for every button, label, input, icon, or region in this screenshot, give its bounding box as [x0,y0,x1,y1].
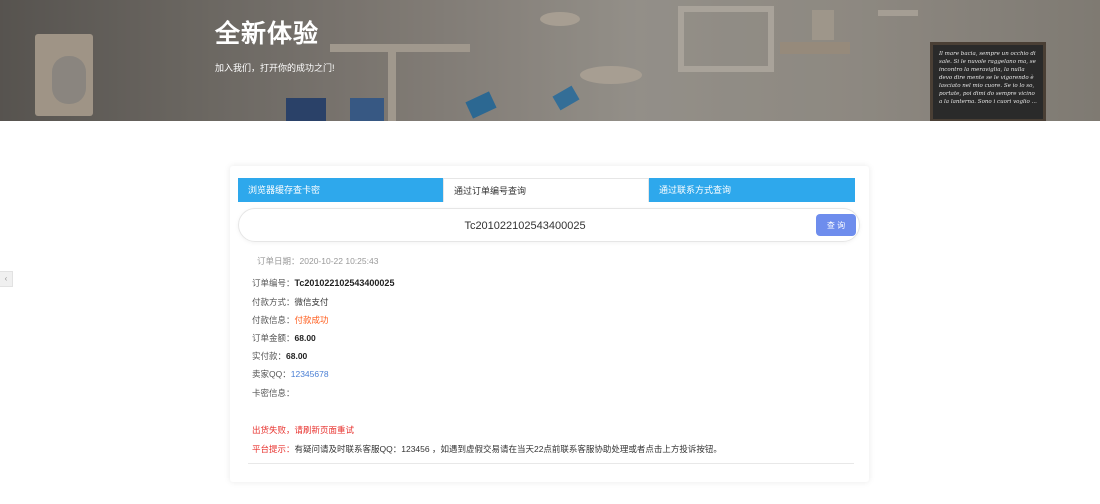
order-number-row: 订单编号：Tc201022102543400025 [252,277,394,289]
order-amount-row: 订单金额：68.00 [252,332,316,344]
delivery-fail-message: 出货失败，请刷新页面重试 [252,425,355,435]
tab-browser-cache[interactable]: 浏览器缓存查卡密 [238,178,443,202]
order-date-label: 订单日期： [257,256,300,266]
order-date: 订单日期：2020-10-22 10:25:43 [257,255,378,267]
card-info-row: 卡密信息： [252,387,295,399]
payment-method-label: 付款方式： [252,297,295,307]
card-divider [248,463,854,464]
banner-subtitle: 加入我们，打开你的成功之门! [215,63,335,73]
platform-notice: 平台提示：有疑问请及时联系客服QQ：123456 ，如遇到虚假交易请在当天22点… [252,443,722,455]
card-info-label: 卡密信息： [252,388,295,398]
order-number-value: Tc201022102543400025 [294,278,395,288]
platform-notice-label: 平台提示： [252,444,295,454]
payment-info-label: 付款信息： [252,315,295,325]
paid-amount-label: 实付款： [252,351,287,361]
order-date-value: 2020-10-22 10:25:43 [299,256,379,266]
tab-order-number[interactable]: 通过订单编号查询 [443,178,649,202]
paid-amount-value: 68.00 [286,351,308,361]
order-amount-value: 68.00 [294,333,316,343]
hero-banner: Il mare bacia, sempre un occhio di sale.… [0,0,1100,121]
seller-qq-link[interactable]: 12345678 [291,369,329,379]
side-collapse-tab[interactable]: ‹ [0,271,13,287]
paid-amount-row: 实付款：68.00 [252,350,307,362]
order-number-label: 订单编号： [252,278,295,288]
payment-method-value: 微信支付 [294,297,329,307]
query-tabs: 浏览器缓存查卡密 通过订单编号查询 通过联系方式查询 [238,178,855,202]
order-query-card: 浏览器缓存查卡密 通过订单编号查询 通过联系方式查询 查 询 订单日期：2020… [230,166,869,482]
banner-title: 全新体验 [215,20,320,48]
seller-qq-row: 卖家QQ：12345678 [252,368,329,380]
payment-status-value: 付款成功 [294,315,329,325]
search-bar: 查 询 [238,208,860,242]
payment-info-row: 付款信息：付款成功 [252,314,329,326]
tab-contact[interactable]: 通过联系方式查询 [649,178,855,202]
order-amount-label: 订单金额： [252,333,295,343]
order-number-input[interactable] [253,215,797,237]
payment-method-row: 付款方式：微信支付 [252,296,329,308]
search-button[interactable]: 查 询 [816,214,856,236]
seller-qq-label: 卖家QQ： [252,369,291,379]
banner-chalkboard: Il mare bacia, sempre un occhio di sale.… [930,42,1046,121]
platform-notice-text: 有疑问请及时联系客服QQ：123456 ，如遇到虚假交易请在当天22点前联系客服… [294,444,722,454]
